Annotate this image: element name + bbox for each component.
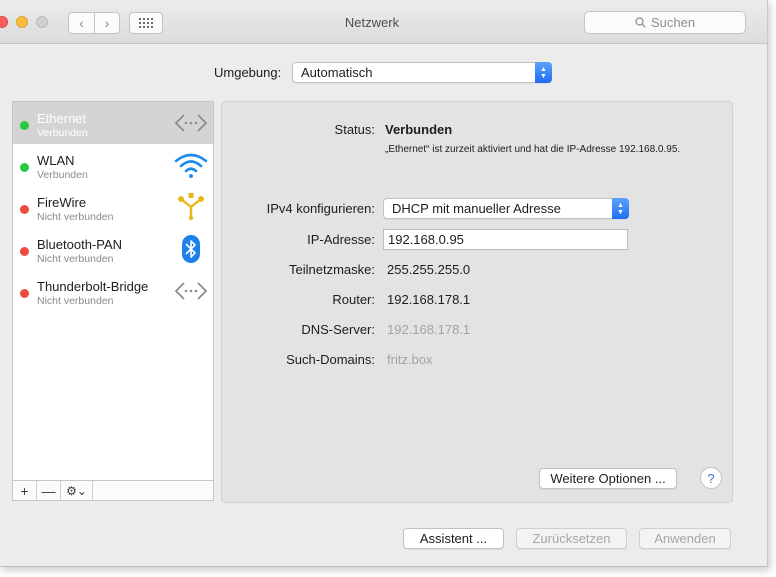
service-item-firewire[interactable]: FireWire Nicht verbunden xyxy=(13,186,213,228)
ipv4-value: DHCP mit manueller Adresse xyxy=(392,201,561,216)
subnet-mask-value: 255.255.255.0 xyxy=(387,262,471,277)
thunderbolt-bridge-icon xyxy=(174,282,208,300)
popup-arrows-icon: ▲ ▼ xyxy=(612,198,629,219)
service-item-bluetooth-pan[interactable]: Bluetooth-PAN Nicht verbunden xyxy=(13,228,213,270)
service-item-wlan[interactable]: WLAN Verbunden xyxy=(13,144,213,186)
ipv4-configure-popup[interactable]: DHCP mit manueller Adresse ▲ ▼ xyxy=(383,198,629,219)
service-list-toolbar: + — ⚙⌄ xyxy=(12,481,214,501)
ip-address-label: IP-Adresse: xyxy=(307,232,375,247)
title-bar: ‹ › Netzwerk Suchen xyxy=(0,0,767,44)
service-status: Nicht verbunden xyxy=(37,211,114,223)
search-placeholder: Suchen xyxy=(650,15,696,30)
status-label: Status: xyxy=(334,122,375,137)
location-value: Automatisch xyxy=(301,65,373,80)
subnet-mask-label: Teilnetzmaske: xyxy=(289,262,375,277)
remove-service-button[interactable]: — xyxy=(37,481,61,500)
router-label: Router: xyxy=(332,292,375,307)
service-name: Bluetooth-PAN xyxy=(37,237,123,252)
dns-server-label: DNS-Server: xyxy=(301,322,375,337)
service-name: Ethernet xyxy=(37,111,87,126)
service-list: Ethernet Verbunden WLAN Verbunden FireWi… xyxy=(12,101,214,481)
firewire-icon xyxy=(178,193,204,221)
service-name: WLAN xyxy=(37,153,75,168)
ip-address-field[interactable]: 192.168.0.95 xyxy=(383,229,628,250)
status-dot-red xyxy=(20,247,29,256)
status-dot-green xyxy=(20,121,29,130)
service-status: Nicht verbunden xyxy=(37,295,114,307)
status-dot-green xyxy=(20,163,29,172)
service-item-thunderbolt-bridge[interactable]: Thunderbolt-Bridge Nicht verbunden xyxy=(13,270,213,312)
search-field[interactable]: Suchen xyxy=(584,11,746,34)
service-status: Nicht verbunden xyxy=(37,253,114,265)
service-name: FireWire xyxy=(37,195,87,210)
location-label: Umgebung: xyxy=(214,65,282,80)
service-status: Verbunden xyxy=(37,127,88,139)
service-name: Thunderbolt-Bridge xyxy=(37,279,149,294)
service-status: Verbunden xyxy=(37,169,88,181)
ipv4-label: IPv4 konfigurieren: xyxy=(266,201,375,216)
gear-icon: ⚙⌄ xyxy=(66,483,87,498)
help-button[interactable]: ? xyxy=(700,467,722,489)
ethernet-icon xyxy=(174,114,208,132)
service-actions-button[interactable]: ⚙⌄ xyxy=(61,481,93,500)
bluetooth-icon xyxy=(182,235,200,263)
assistant-button[interactable]: Assistent ... xyxy=(403,528,504,549)
service-item-ethernet[interactable]: Ethernet Verbunden xyxy=(13,102,213,144)
detail-panel xyxy=(221,101,733,503)
search-domains-label: Such-Domains: xyxy=(286,352,375,367)
search-icon xyxy=(635,17,646,28)
status-value: Verbunden xyxy=(385,122,453,137)
advanced-options-button[interactable]: Weitere Optionen ... xyxy=(539,468,677,489)
status-description: „Ethernet“ ist zurzeit aktiviert und hat… xyxy=(385,144,681,155)
location-popup[interactable]: Automatisch ▲ ▼ xyxy=(292,62,552,83)
dns-server-value: 192.168.178.1 xyxy=(387,322,471,337)
revert-button[interactable]: Zurücksetzen xyxy=(516,528,627,549)
question-mark-icon: ? xyxy=(707,470,715,486)
network-preferences-window: ‹ › Netzwerk Suchen Umgebung: Automatisc… xyxy=(0,0,768,567)
add-service-button[interactable]: + xyxy=(13,481,37,500)
router-value: 192.168.178.1 xyxy=(387,292,471,307)
status-dot-red xyxy=(20,289,29,298)
status-dot-red xyxy=(20,205,29,214)
search-domains-value: fritz.box xyxy=(387,352,433,367)
popup-arrows-icon: ▲ ▼ xyxy=(535,62,552,83)
apply-button[interactable]: Anwenden xyxy=(639,528,731,549)
wifi-icon xyxy=(174,153,208,178)
